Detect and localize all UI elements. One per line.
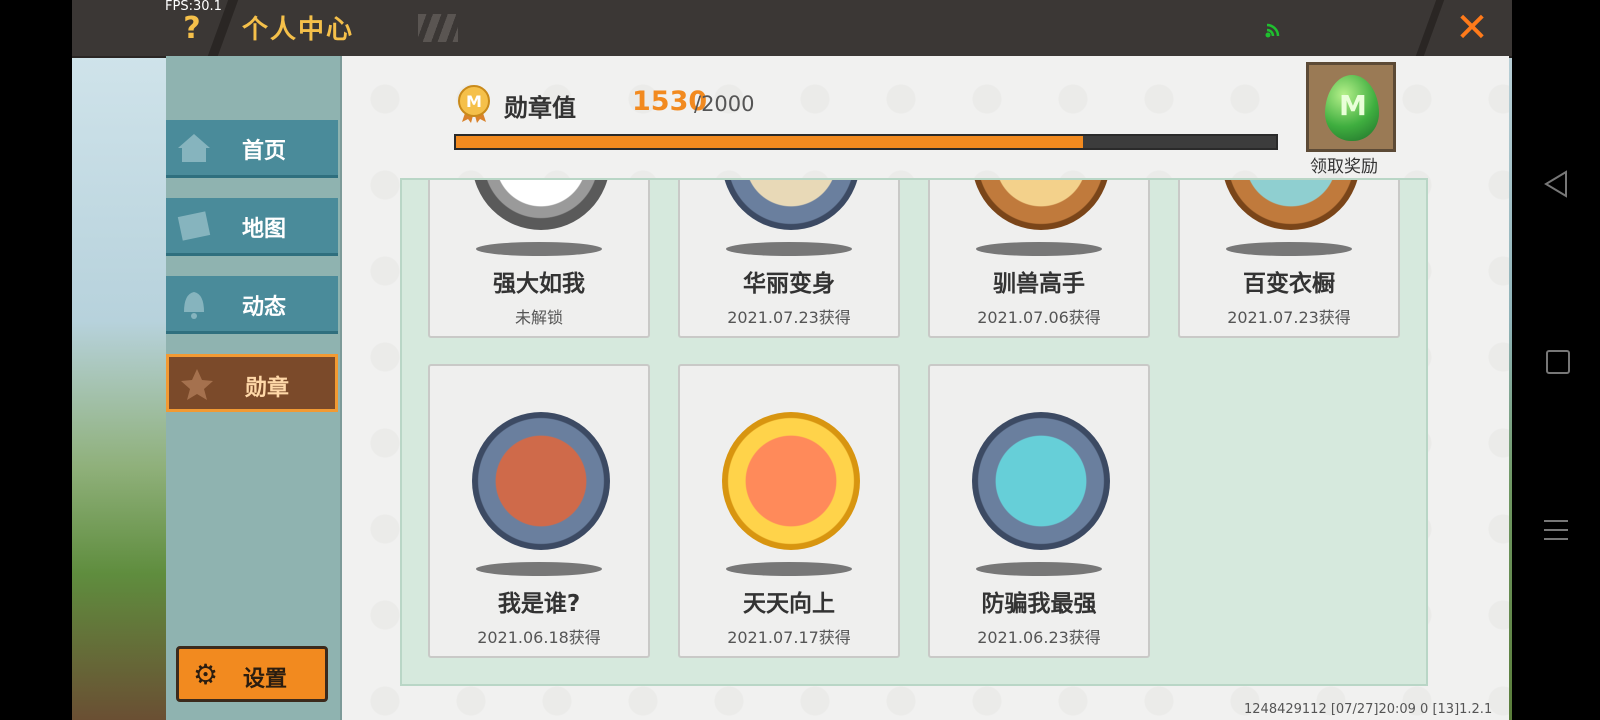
medal-date: 未解锁 [514,308,563,327]
medal-name: 防骗我最强 [981,591,1097,617]
medal-emblem-icon [472,412,610,550]
medal-name: 强大如我 [493,271,585,297]
sidebar-item-feed[interactable]: 动态 [166,276,338,334]
decorative-stripes [418,14,458,42]
signal-icon [1265,23,1280,38]
medal-icon [181,369,213,400]
medal-card[interactable]: 我是谁? 2021.06.18获得 [428,364,650,658]
sidebar: 首页 地图 动态 勋章 ⚙ 设置 [166,56,340,720]
page-title: 个人中心 [242,15,355,45]
back-nav-icon[interactable] [1544,170,1568,198]
close-icon[interactable]: ✕ [1452,6,1492,50]
left-letterbox [0,0,72,720]
medal-progress-fill [456,136,1084,148]
emblem-shadow [726,242,852,256]
claim-reward-button[interactable]: M [1306,62,1396,152]
medal-emblem-icon [972,180,1110,230]
main-panel: M 勋章值 1530 /2000 M 领取奖励 强大如我 未解锁 华丽变身 20… [340,56,1509,720]
gear-icon: ⚙ [193,658,219,691]
emblem-shadow [726,562,852,576]
medal-card[interactable]: 防骗我最强 2021.06.23获得 [928,364,1150,658]
settings-label: 设置 [243,667,288,692]
fps-counter: FPS:30.1 [165,0,222,14]
medal-date: 2021.07.23获得 [1227,308,1351,327]
medal-date: 2021.06.18获得 [477,628,601,647]
medal-date: 2021.07.17获得 [727,628,851,647]
emblem-shadow [1226,242,1352,256]
medal-card[interactable]: 百变衣橱 2021.07.23获得 [1178,180,1400,338]
background-scene-left [72,56,166,720]
medal-card[interactable]: 天天向上 2021.07.17获得 [678,364,900,658]
medal-emblem-icon [1222,180,1360,230]
medal-card[interactable]: 强大如我 未解锁 [428,180,650,338]
svg-text:M: M [466,92,482,111]
medal-date: 2021.07.06获得 [977,308,1101,327]
sidebar-item-label: 地图 [242,217,287,242]
medal-emblem-icon [722,180,860,230]
sidebar-item-label: 首页 [242,139,287,164]
sidebar-item-label: 动态 [242,295,287,320]
menu-nav-icon[interactable] [1544,520,1568,547]
medal-score-label: 勋章值 [504,94,576,122]
sidebar-item-label: 勋章 [245,376,290,401]
bell-icon [184,292,204,319]
medal-card[interactable]: 华丽变身 2021.07.23获得 [678,180,900,338]
medal-emblem-icon [972,412,1110,550]
medal-icon: M [458,85,490,123]
medal-grid[interactable]: 强大如我 未解锁 华丽变身 2021.07.23获得 驯兽高手 2021.07.… [400,178,1428,686]
sidebar-item-home[interactable]: 首页 [166,120,338,178]
medal-progress-bar [454,134,1278,150]
medal-card[interactable]: 驯兽高手 2021.07.06获得 [928,180,1150,338]
medal-emblem-icon [472,180,610,230]
medal-name: 百变衣橱 [1243,271,1335,297]
sidebar-item-map[interactable]: 地图 [166,198,338,256]
medal-name: 天天向上 [743,591,835,617]
reward-egg-icon: M [1325,75,1379,141]
emblem-shadow [976,562,1102,576]
help-icon[interactable]: ? [175,10,209,48]
emblem-shadow [476,242,602,256]
claim-reward-label[interactable]: 领取奖励 [1310,152,1378,177]
medal-date: 2021.07.23获得 [727,308,851,327]
medal-emblem-icon [722,412,860,550]
map-icon [177,211,211,241]
medal-name: 我是谁? [497,591,581,617]
settings-button[interactable]: ⚙ 设置 [176,646,328,702]
medal-date: 2021.06.23获得 [977,628,1101,647]
medal-name: 华丽变身 [743,271,835,297]
home-nav-icon[interactable] [1546,350,1570,374]
build-info: 1248429112 [07/27]20:09 0 [13]1.2.1 [1244,702,1493,717]
medal-score-max: /2000 [694,92,755,116]
emblem-shadow [976,242,1102,256]
home-icon [178,134,210,162]
medal-name: 驯兽高手 [993,271,1085,297]
sidebar-item-medals[interactable]: 勋章 [166,354,338,412]
emblem-shadow [476,562,602,576]
